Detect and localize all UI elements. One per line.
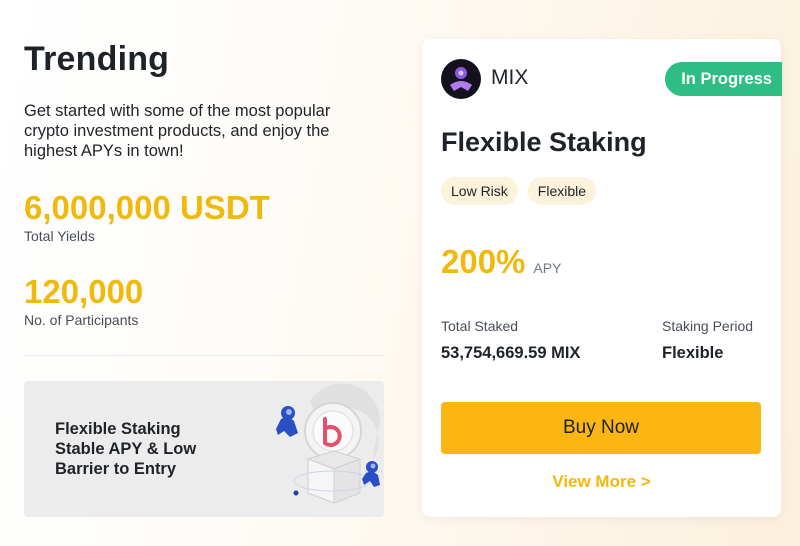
stat-label: Total Yields: [24, 228, 95, 244]
staking-period: Staking Period Flexible: [662, 318, 753, 363]
apy-label: APY: [533, 260, 562, 276]
promo-banner[interactable]: Flexible Staking Stable APY & Low Barrie…: [24, 381, 384, 517]
tag-flexible: Flexible: [527, 177, 597, 205]
total-staked-value: 53,754,669.59 MIX: [441, 344, 581, 362]
trending-section: Trending Get started with some of the mo…: [24, 40, 384, 161]
tag-list: Low Risk Flexible: [441, 177, 597, 205]
status-badge: In Progress: [665, 62, 782, 96]
stat-total-yields: 6,000,000 USDT Total Yields: [24, 189, 270, 245]
apy-value: 200%: [441, 243, 526, 280]
total-staked-label: Total Staked: [441, 318, 519, 334]
mix-coin-icon: [441, 59, 481, 99]
stat-label: No. of Participants: [24, 312, 139, 328]
product-title: Flexible Staking: [441, 127, 647, 157]
tag-low-risk: Low Risk: [441, 177, 518, 205]
banner-text: Flexible Staking Stable APY & Low Barrie…: [55, 419, 245, 479]
page-title: Trending: [24, 40, 170, 78]
view-more-link[interactable]: View More >: [422, 472, 781, 492]
banner-line: Stable APY & Low: [55, 440, 197, 458]
stat-participants: 120,000 No. of Participants: [24, 273, 144, 329]
stat-value: 120,000: [24, 273, 144, 310]
total-staked: Total Staked 53,754,669.59 MIX: [441, 318, 580, 363]
staking-illustration: [276, 383, 380, 504]
banner-line: Flexible Staking: [55, 420, 181, 438]
buy-now-button[interactable]: Buy Now: [441, 402, 761, 454]
section-divider: [24, 355, 384, 356]
staking-period-value: Flexible: [662, 344, 724, 362]
apy-display: 200% APY: [441, 243, 561, 281]
trending-description: Get started with some of the most popula…: [24, 102, 331, 160]
banner-line: Barrier to Entry: [55, 460, 177, 478]
staking-period-label: Staking Period: [662, 318, 754, 334]
product-card: MIX In Progress Flexible Staking Low Ris…: [422, 39, 782, 517]
coin-name: MIX: [491, 66, 529, 89]
stat-value: 6,000,000 USDT: [24, 189, 270, 226]
